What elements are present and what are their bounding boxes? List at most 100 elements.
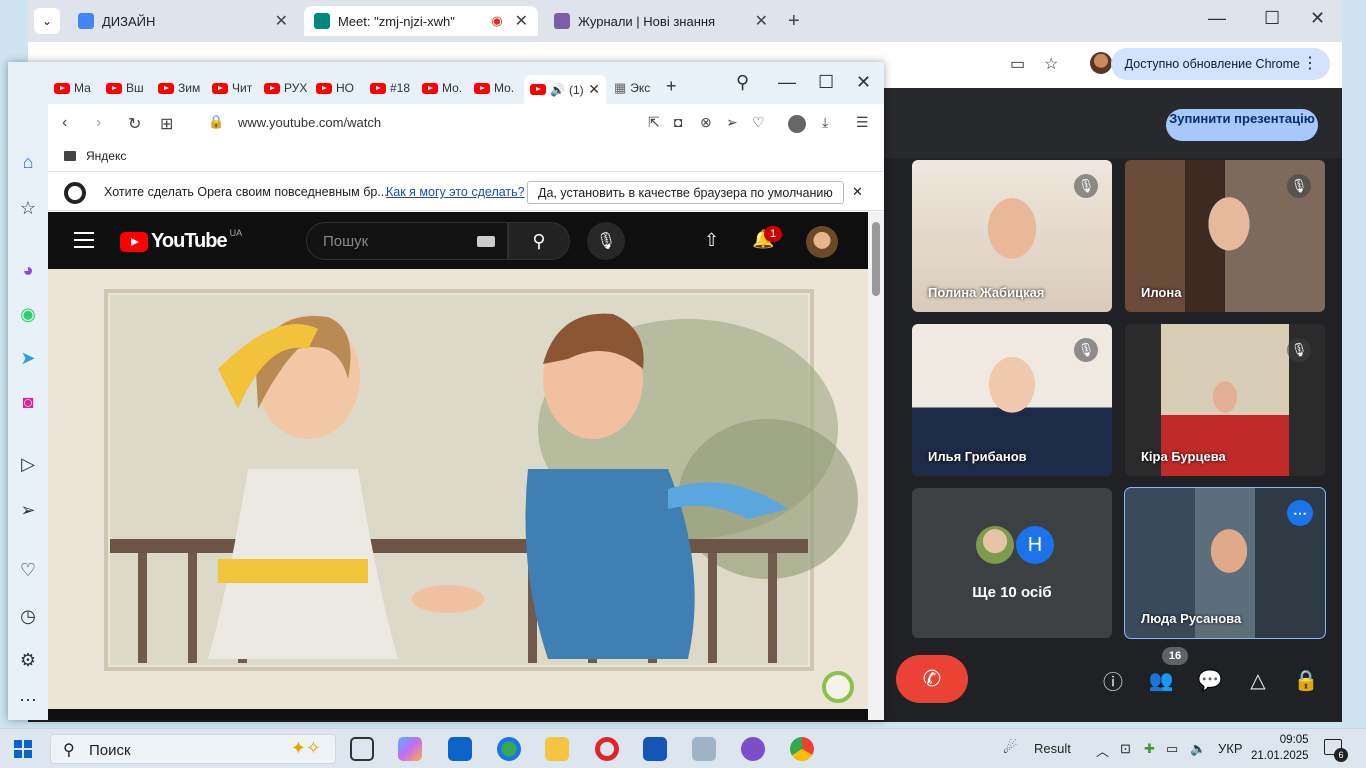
share-icon[interactable]: ➢ <box>726 114 738 131</box>
chevron-up-icon[interactable]: ︿ <box>1096 741 1109 760</box>
opera-tab[interactable]: НО <box>316 77 354 99</box>
back-icon[interactable]: ‹ <box>62 114 67 132</box>
opera-tab[interactable]: #18 <box>370 77 410 99</box>
task-view-icon[interactable] <box>350 737 374 761</box>
volume-icon[interactable]: 🔈 <box>1190 741 1206 757</box>
infobar-help-link[interactable]: Как я могу это сделать? <box>386 185 525 199</box>
camera-icon[interactable]: ▭ <box>1010 54 1025 74</box>
close-icon[interactable]: ✕ <box>275 11 288 31</box>
lock-icon[interactable]: 🔒 <box>208 114 224 130</box>
info-icon[interactable]: ⓘ <box>1099 666 1127 694</box>
reload-icon[interactable]: ↻ <box>128 114 141 134</box>
close-icon[interactable]: ✕ <box>755 11 768 31</box>
chrome-tab-journals[interactable]: Журнали | Нові знання ✕ <box>544 6 778 36</box>
usb-icon[interactable]: ⊡ <box>1120 741 1131 757</box>
stop-presenting-button[interactable]: Зупинити презентацію <box>1166 109 1318 141</box>
opera-tab[interactable]: ▦ Экс <box>614 77 650 99</box>
close-window-button[interactable]: ✕ <box>856 72 871 93</box>
opera-tab[interactable]: Вш <box>106 77 144 99</box>
chat-icon[interactable]: 💬 <box>1196 666 1224 694</box>
store-icon[interactable] <box>643 737 667 761</box>
opera-tab-active[interactable]: 🔊 (1) ✕ <box>524 75 606 104</box>
network-icon[interactable]: ▭ <box>1166 741 1178 757</box>
maximize-button[interactable]: ☐ <box>1264 8 1280 29</box>
page-scrollbar[interactable] <box>868 212 884 720</box>
viber-icon[interactable] <box>741 737 765 761</box>
close-icon[interactable]: ✕ <box>515 11 528 31</box>
weather-label[interactable]: Result <box>1034 741 1071 756</box>
history-icon[interactable]: ◷ <box>16 604 40 628</box>
scrollbar-thumb[interactable] <box>872 222 880 296</box>
send-icon[interactable]: ⇱ <box>648 114 660 131</box>
maximize-button[interactable]: ☐ <box>818 72 834 93</box>
account-avatar[interactable] <box>806 226 838 258</box>
instagram-icon[interactable]: ◙ <box>16 390 40 414</box>
activities-icon[interactable]: △ <box>1244 666 1272 694</box>
tab-search-button[interactable]: ⌄ <box>34 8 60 34</box>
monitor-app-icon[interactable] <box>692 737 716 761</box>
settings-icon[interactable]: ⚙ <box>16 648 40 672</box>
keyboard-icon[interactable] <box>477 236 495 247</box>
opera-taskbar-icon[interactable] <box>595 737 619 761</box>
taskbar-search[interactable]: ⚲ Поиск ✦✧ <box>50 734 336 764</box>
video-player[interactable] <box>48 269 868 709</box>
participant-tile[interactable]: 🎙 Кіра Бурцева <box>1125 324 1325 476</box>
menu-icon[interactable] <box>74 232 94 253</box>
file-explorer-icon[interactable] <box>545 737 569 761</box>
speed-dial-icon[interactable]: ⊞ <box>160 114 173 134</box>
url-text[interactable]: www.youtube.com/watch <box>238 115 381 130</box>
star-icon[interactable]: ☆ <box>1044 54 1058 74</box>
minimize-button[interactable]: — <box>778 72 796 93</box>
minimize-button[interactable]: — <box>1208 8 1226 29</box>
host-controls-icon[interactable]: 🔒 <box>1292 666 1320 694</box>
download-icon[interactable]: ⤓ <box>822 114 828 131</box>
messenger-icon[interactable]: ◕ <box>16 258 40 282</box>
upload-icon[interactable]: ⇧ <box>704 230 719 251</box>
forward-icon[interactable]: › <box>96 114 101 132</box>
opera-tab[interactable]: Мо. <box>422 77 462 99</box>
home-icon[interactable]: ⌂ <box>16 150 40 174</box>
youtube-logo[interactable]: YouTube UA <box>120 228 242 253</box>
mail-icon[interactable] <box>448 737 472 761</box>
telegram-icon[interactable]: ➤ <box>16 346 40 370</box>
search-icon[interactable]: ⚲ <box>736 72 749 93</box>
people-icon[interactable]: 👥 <box>1147 666 1175 694</box>
chrome-tab-design[interactable]: ДИЗАЙН ✕ <box>68 6 298 36</box>
new-tab-button[interactable]: + <box>666 76 677 97</box>
others-tile[interactable]: Н Ще 10 осіб <box>912 488 1112 638</box>
adblock-icon[interactable]: ⊗ <box>700 114 712 131</box>
bookmark-yandex[interactable]: Яндекс <box>64 149 126 163</box>
heart-icon[interactable]: ♡ <box>16 558 40 582</box>
set-default-button[interactable]: Да, установить в качестве браузера по ум… <box>527 181 844 204</box>
clock[interactable]: 09:05 21.01.2025 <box>1251 732 1309 764</box>
new-tab-button[interactable]: + <box>788 10 800 33</box>
more-options-icon[interactable]: ⋯ <box>1287 500 1313 526</box>
participant-tile[interactable]: 🎙 Илона <box>1125 160 1325 312</box>
opera-tab[interactable]: Зим <box>158 77 200 99</box>
easy-setup-icon[interactable]: ☰ <box>856 114 869 131</box>
search-button[interactable]: ⚲ <box>508 222 570 260</box>
whatsapp-icon[interactable]: ◉ <box>16 302 40 326</box>
search-input[interactable]: Пошук <box>306 222 508 260</box>
edge-icon[interactable] <box>497 737 521 761</box>
close-icon[interactable]: ✕ <box>588 81 600 98</box>
player-icon[interactable]: ▷ <box>16 452 40 476</box>
participant-tile[interactable]: 🎙 Илья Грибанов <box>912 324 1112 476</box>
more-icon[interactable]: ⋯ <box>16 688 40 712</box>
opera-tab[interactable]: РУХ <box>264 77 307 99</box>
chrome-taskbar-icon[interactable] <box>790 737 814 761</box>
opera-tab[interactable]: Мо. <box>474 77 514 99</box>
star-icon[interactable]: ☆ <box>16 196 40 220</box>
profile-icon[interactable] <box>788 115 806 133</box>
speaker-icon[interactable]: 🔊 <box>550 83 565 97</box>
participant-tile[interactable]: 🎙 Полина Жабицкая <box>912 160 1112 312</box>
language-indicator[interactable]: УКР <box>1218 741 1243 756</box>
close-icon[interactable]: ✕ <box>852 184 863 200</box>
copilot-icon[interactable] <box>398 737 422 761</box>
chrome-tab-meet[interactable]: Meet: "zmj-njzi-xwh" ◉ ✕ <box>304 6 538 36</box>
security-icon[interactable]: ✚ <box>1144 741 1155 757</box>
snapshot-icon[interactable]: ◘ <box>674 114 682 130</box>
opera-tab[interactable]: Ма <box>54 77 91 99</box>
heart-icon[interactable]: ♡ <box>752 114 765 131</box>
send-icon[interactable]: ➢ <box>16 498 40 522</box>
